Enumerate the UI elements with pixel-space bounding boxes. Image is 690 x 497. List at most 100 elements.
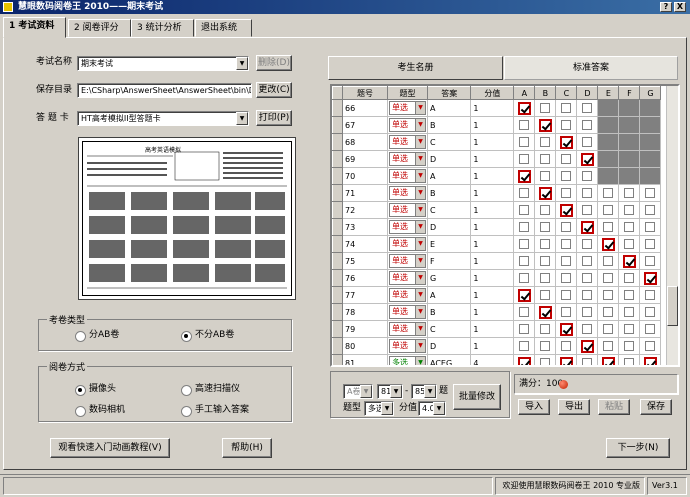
option-cell-e[interactable] <box>597 235 620 253</box>
table-row[interactable]: 74 单选 ▼ E 1 <box>332 235 662 253</box>
option-cell-c[interactable] <box>555 354 578 365</box>
row-header[interactable] <box>332 320 343 338</box>
scrollbar-thumb[interactable] <box>667 286 678 326</box>
print-button[interactable]: 打印(P) <box>256 110 292 126</box>
option-checkbox[interactable] <box>561 256 572 266</box>
option-cell-g[interactable] <box>639 337 662 355</box>
table-row[interactable]: 72 单选 ▼ C 1 <box>332 201 662 219</box>
option-checkbox[interactable] <box>540 205 551 215</box>
tab-grading[interactable]: 2 阅卷评分 <box>68 19 131 37</box>
option-cell-g[interactable] <box>639 184 662 202</box>
option-checkbox[interactable] <box>519 120 530 130</box>
option-checkbox[interactable] <box>561 188 572 198</box>
question-type-cell[interactable]: 单选 ▼ <box>387 337 428 355</box>
option-cell-c[interactable] <box>555 286 578 304</box>
score-select[interactable]: 4.0 ▼ <box>418 401 446 416</box>
score-cell[interactable]: 1 <box>470 252 515 270</box>
option-checkbox[interactable] <box>519 188 530 198</box>
option-cell-b[interactable] <box>534 286 557 304</box>
question-type-cell[interactable]: 单选 ▼ <box>387 99 428 117</box>
option-cell-f[interactable] <box>618 354 641 365</box>
option-cell-d[interactable] <box>576 150 599 168</box>
save-button[interactable]: 保存 <box>640 399 672 415</box>
option-cell-d[interactable] <box>576 252 599 270</box>
option-checkbox[interactable] <box>624 341 635 351</box>
score-cell[interactable]: 1 <box>470 218 515 236</box>
option-checkbox[interactable] <box>559 203 573 217</box>
option-cell-d[interactable] <box>576 218 599 236</box>
option-checkbox[interactable] <box>519 324 530 334</box>
option-checkbox[interactable] <box>561 239 572 249</box>
option-checkbox[interactable] <box>559 322 573 336</box>
option-checkbox[interactable] <box>517 101 531 115</box>
question-type-cell[interactable]: 单选 ▼ <box>387 150 428 168</box>
option-checkbox[interactable] <box>624 222 635 232</box>
question-type-select[interactable]: 单选 ▼ <box>389 220 426 234</box>
option-checkbox[interactable] <box>582 273 593 283</box>
option-cell-d[interactable] <box>576 99 599 117</box>
option-checkbox[interactable] <box>624 205 635 215</box>
option-cell-c[interactable] <box>555 133 578 151</box>
grid-scrollbar[interactable] <box>666 86 678 365</box>
question-type-cell[interactable]: 多选 ▼ <box>387 354 428 365</box>
option-checkbox[interactable] <box>624 239 635 249</box>
option-cell-c[interactable] <box>555 184 578 202</box>
chevron-down-icon[interactable]: ▼ <box>415 119 425 131</box>
option-checkbox[interactable] <box>517 288 531 302</box>
option-checkbox[interactable] <box>561 222 572 232</box>
option-cell-f[interactable] <box>618 235 641 253</box>
row-header[interactable] <box>332 252 343 270</box>
option-cell-b[interactable] <box>534 269 557 287</box>
export-button[interactable]: 导出 <box>558 399 590 415</box>
option-cell-a[interactable] <box>513 235 536 253</box>
option-checkbox[interactable] <box>624 273 635 283</box>
option-cell-g[interactable] <box>639 252 662 270</box>
option-checkbox[interactable] <box>538 305 552 319</box>
table-row[interactable]: 68 单选 ▼ C 1 <box>332 133 662 151</box>
table-row[interactable]: 71 单选 ▼ B 1 <box>332 184 662 202</box>
score-cell[interactable]: 4 <box>470 354 515 365</box>
option-checkbox[interactable] <box>519 154 530 164</box>
option-checkbox[interactable] <box>540 256 551 266</box>
tab-student-roster[interactable]: 考生名册 <box>328 56 503 80</box>
option-cell-f[interactable] <box>618 303 641 321</box>
option-cell-e[interactable] <box>597 252 620 270</box>
question-type-select[interactable]: 单选 ▼ <box>389 186 426 200</box>
row-header[interactable] <box>332 354 343 365</box>
option-checkbox[interactable] <box>540 358 551 365</box>
score-cell[interactable]: 1 <box>470 269 515 287</box>
option-cell-a[interactable] <box>513 303 536 321</box>
option-checkbox[interactable] <box>603 307 614 317</box>
question-type-select[interactable]: 多选 ▼ <box>389 356 426 365</box>
option-cell-a[interactable] <box>513 133 536 151</box>
question-type-select[interactable]: 单选 ▼ <box>389 254 426 268</box>
option-cell-b[interactable] <box>534 320 557 338</box>
radio-ab[interactable]: 分AB卷 <box>75 330 119 342</box>
option-checkbox[interactable] <box>622 254 636 268</box>
option-checkbox[interactable] <box>582 188 593 198</box>
chevron-down-icon[interactable]: ▼ <box>415 289 425 301</box>
option-checkbox[interactable] <box>645 205 656 215</box>
chevron-down-icon[interactable]: ▼ <box>415 238 425 250</box>
score-cell[interactable]: 1 <box>470 235 515 253</box>
option-cell-b[interactable] <box>534 218 557 236</box>
row-header[interactable] <box>332 133 343 151</box>
score-cell[interactable]: 1 <box>470 320 515 338</box>
question-type-cell[interactable]: 单选 ▼ <box>387 320 428 338</box>
option-checkbox[interactable] <box>624 358 635 365</box>
chevron-down-icon[interactable]: ▼ <box>415 187 425 199</box>
chevron-down-icon[interactable]: ▼ <box>415 272 425 284</box>
question-type-select[interactable]: 单选 ▼ <box>389 152 426 166</box>
option-checkbox[interactable] <box>643 356 657 365</box>
option-cell-e[interactable] <box>597 303 620 321</box>
tutorial-button[interactable]: 观看快速入门动画教程(V) <box>50 438 170 458</box>
exam-name-select[interactable]: 期末考试 ▼ <box>77 56 249 71</box>
option-cell-f[interactable] <box>618 337 641 355</box>
option-checkbox[interactable] <box>582 307 593 317</box>
option-cell-c[interactable] <box>555 116 578 134</box>
chevron-down-icon[interactable]: ▼ <box>415 170 425 182</box>
row-header[interactable] <box>332 235 343 253</box>
option-cell-d[interactable] <box>576 303 599 321</box>
question-type-select[interactable]: 单选 ▼ <box>389 101 426 115</box>
chevron-down-icon[interactable]: ▼ <box>415 136 425 148</box>
